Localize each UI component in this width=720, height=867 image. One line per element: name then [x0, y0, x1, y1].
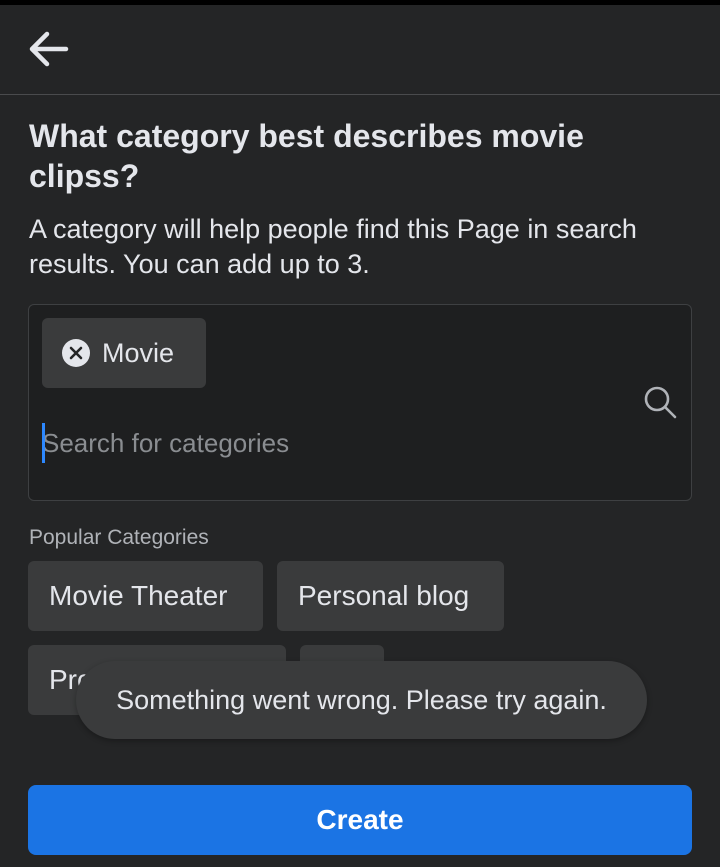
back-button[interactable]	[22, 27, 74, 71]
category-search-box[interactable]: Movie	[28, 304, 692, 501]
header-divider	[0, 94, 720, 95]
search-icon[interactable]	[641, 383, 681, 423]
page-title: What category best describes movie clips…	[29, 118, 584, 194]
page-subtitle: A category will help people find this Pa…	[29, 214, 637, 279]
category-chip-personal-blog[interactable]: Personal blog	[277, 561, 504, 631]
arrow-left-icon	[29, 31, 69, 67]
error-toast: Something went wrong. Please try again.	[76, 661, 647, 739]
header	[0, 5, 720, 94]
text-cursor	[42, 423, 45, 463]
selected-category-label: Movie	[102, 337, 175, 368]
popular-categories-heading: Popular Categories	[29, 526, 209, 549]
remove-icon[interactable]	[62, 339, 90, 367]
create-button[interactable]: Create	[28, 785, 692, 855]
category-chip-movie-theater[interactable]: Movie Theater	[28, 561, 263, 631]
selected-category-chip[interactable]: Movie	[42, 318, 206, 388]
search-input[interactable]	[42, 423, 622, 463]
